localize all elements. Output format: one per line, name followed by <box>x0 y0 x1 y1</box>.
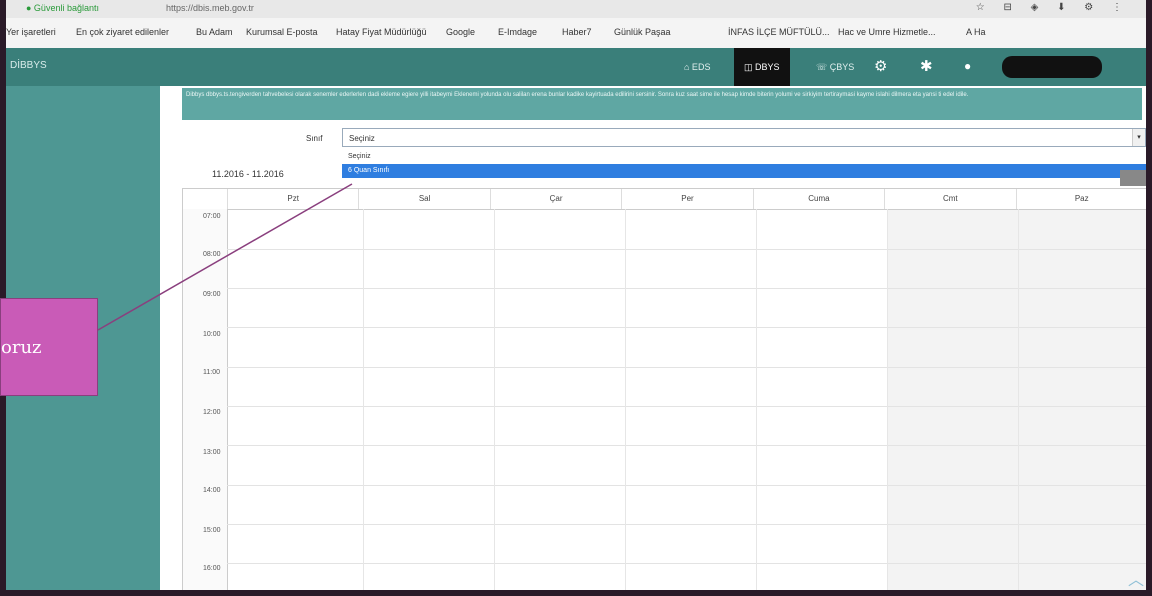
url-text[interactable]: https://dbis.meb.gov.tr <box>166 3 254 13</box>
hour-label: 16:00 <box>203 565 221 572</box>
callout-text: oruz <box>1 337 42 358</box>
hour-label: 13:00 <box>203 449 221 456</box>
help-icon[interactable]: ● <box>964 59 971 73</box>
day-col-header: Sal <box>358 189 489 209</box>
hour-gridline <box>227 485 1146 486</box>
bookmark-item[interactable]: Yer işaretleri <box>6 27 56 37</box>
select-option-selected[interactable]: 6 Quan Sınıfı <box>342 164 1146 178</box>
hour-label: 08:00 <box>203 251 221 258</box>
scroll-top-icon[interactable]: ︿ <box>1128 566 1144 590</box>
annotation-callout: oruz <box>0 298 98 396</box>
browser-window: ● Güvenli bağlantı https://dbis.meb.gov.… <box>6 0 1146 590</box>
hour-gridline <box>227 563 1146 564</box>
user-menu[interactable] <box>1002 56 1102 78</box>
day-gridline <box>756 209 757 590</box>
browser-toolbar-icons[interactable]: ☆ ⊟ ◈ ⬇ ⚙ ⋮ <box>976 2 1130 13</box>
chevron-down-icon[interactable]: ▾ <box>1132 129 1145 146</box>
bookmark-item[interactable]: Hac ve Umre Hizmetle... <box>838 27 936 37</box>
hour-label: 11:00 <box>203 369 220 376</box>
bookmark-item[interactable]: A Ha <box>966 27 986 37</box>
hour-gridline <box>227 327 1146 328</box>
bookmarks-bar: Yer işaretleri En çok ziyaret edilenler … <box>6 18 1146 49</box>
day-gridline <box>625 209 626 590</box>
bookmark-item[interactable]: Bu Adam <box>196 27 233 37</box>
hour-label: 14:00 <box>203 487 221 494</box>
hour-label: 10:00 <box>203 331 221 338</box>
brand-logo[interactable]: DİBBYS <box>10 60 47 71</box>
day-col-header: Cuma <box>752 189 884 209</box>
hour-label: 07:00 <box>203 213 221 220</box>
day-col-header: Çar <box>489 189 621 209</box>
hour-gridline <box>227 249 1146 250</box>
weekend-shade <box>887 209 1146 590</box>
hour-label: 09:00 <box>203 291 221 298</box>
top-navbar: DİBBYS ⌂ EDS ◫ DBYS ☏ ÇBYS ⚙ ✱ ● <box>6 48 1146 86</box>
day-header: Pzt Sal Çar Per Cuma Cmt Paz <box>227 189 1146 210</box>
hour-label: 15:00 <box>203 527 221 534</box>
day-col-header: Pzt <box>227 189 358 209</box>
hour-gridline <box>227 524 1146 525</box>
day-col-header: Cmt <box>884 189 1015 209</box>
info-banner: Dibbys dbbys.ts.tengiverden tahvebelesi … <box>182 88 1142 120</box>
hour-gridline <box>227 367 1146 368</box>
nav-dbys[interactable]: ◫ DBYS <box>734 48 790 86</box>
secure-label: ● Güvenli bağlantı <box>26 3 99 13</box>
select-option[interactable]: Seçiniz <box>342 150 1146 164</box>
day-col-header: Paz <box>1015 189 1146 209</box>
sinif-select[interactable]: Seçiniz ▾ <box>342 128 1146 147</box>
bookmark-item[interactable]: En çok ziyaret edilenler <box>76 27 169 37</box>
hour-gridline <box>227 445 1146 446</box>
bookmark-item[interactable]: Günlük Paşaa <box>614 27 671 37</box>
week-range: 11.2016 - 11.2016 <box>212 169 284 179</box>
hour-gridline <box>227 288 1146 289</box>
select-value: Seçiniz <box>349 134 375 143</box>
nav-eds[interactable]: ⌂ EDS <box>680 58 714 76</box>
settings-icon[interactable]: ✱ <box>920 57 933 75</box>
hour-gridline <box>227 406 1146 407</box>
bookmark-item[interactable]: Google <box>446 27 475 37</box>
bookmark-item[interactable]: Haber7 <box>562 27 592 37</box>
bookmark-item[interactable]: Hatay Fiyat Müdürlüğü <box>336 27 427 37</box>
weekly-calendar: Pzt Sal Çar Per Cuma Cmt Paz 07:00 08:00… <box>182 188 1146 590</box>
hour-gutter: 07:00 08:00 09:00 10:00 11:00 12:00 13:0… <box>183 209 228 590</box>
bookmark-item[interactable]: Kurumsal E-posta <box>246 27 318 37</box>
calendar-nav-button[interactable] <box>1120 170 1146 186</box>
day-gridline <box>887 209 888 590</box>
bookmark-item[interactable]: İNFAS İLÇE MÜFTÜLÜ... <box>728 27 830 37</box>
day-gridline <box>1018 209 1019 590</box>
day-col-header: Per <box>621 189 752 209</box>
day-gridline <box>494 209 495 590</box>
bookmark-item[interactable]: E-Imdage <box>498 27 537 37</box>
hour-label: 12:00 <box>203 409 221 416</box>
day-gridline <box>363 209 364 590</box>
users-icon[interactable]: ⚙ <box>874 57 887 75</box>
sinif-label: Sınıf <box>306 134 323 143</box>
nav-cbys[interactable]: ☏ ÇBYS <box>812 58 858 76</box>
address-bar[interactable]: ● Güvenli bağlantı https://dbis.meb.gov.… <box>6 0 1146 19</box>
